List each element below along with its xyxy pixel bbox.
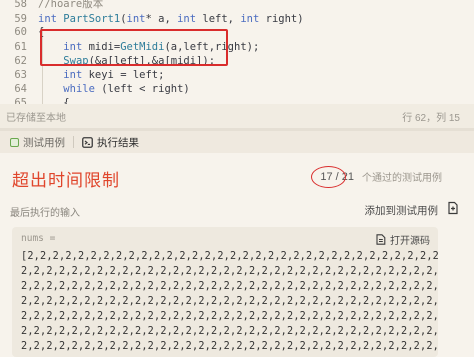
passed-label: 个通过的测试用例 [362,173,442,184]
input-data-line: 2,2,2,2,2,2,2,2,2,2,2,2,2,2,2,2,2,2,2,2,… [21,266,438,277]
save-status: 已存储至本地 [6,112,66,124]
code-text[interactable]: int keyi = left; [38,69,164,81]
input-data-line: 2,2,2,2,2,2,2,2,2,2,2,2,2,2,2,2,2,2,2,2,… [21,296,438,307]
annotation-circle [311,165,347,188]
result-tab-bar: 测试用例 执行结果 [0,131,474,153]
passed-tests-summary: 17 / 21 个通过的测试用例 [311,165,442,188]
tab-separator [73,136,74,148]
last-input-label: 最后执行的输入 [10,208,80,219]
add-document-icon[interactable] [446,201,460,215]
terminal-icon [82,136,93,148]
line-number: 65 [14,96,27,105]
annotation-highlight-box [40,29,228,66]
add-to-test-cases-button[interactable]: 添加到测试用例 [365,203,439,218]
code-text[interactable]: int PartSort1(int* a, int left, int righ… [38,13,304,25]
code-text[interactable]: //hoare版本 [38,0,103,11]
last-input-box: nums = 打开源码 [2,2,2,2,2,2,2,2,2,2,2,2,2,2… [12,227,438,357]
line-number: 63 [14,68,27,81]
line-number: 62 [14,54,27,67]
input-data-line: 2,2,2,2,2,2,2,2,2,2,2,2,2,2,2,2,2,2,2,2,… [21,326,438,337]
code-editor[interactable]: 58 //hoare版本 59 int PartSort1(int* a, in… [0,0,474,104]
editor-status-bar: 已存储至本地 行 62，列 15 [0,104,474,128]
passed-count: 17 / 21 [311,165,360,188]
input-data-line: [2,2,2,2,2,2,2,2,2,2,2,2,2,2,2,2,2,2,2,2… [21,251,438,262]
tab-test-cases[interactable]: 测试用例 [6,131,69,153]
line-number: 64 [14,82,27,95]
code-line[interactable]: 65 { [0,95,474,105]
line-number: 59 [14,12,27,25]
input-data-line: 2,2,2,2,2,2,2,2,2,2,2,2,2,2,2,2,2,2,2,2,… [21,341,438,352]
tab-label: 执行结果 [97,136,139,149]
input-variable-name: nums = [21,233,56,244]
tab-label: 测试用例 [23,136,65,149]
input-data-line: 2,2,2,2,2,2,2,2,2,2,2,2,2,2,2,2,2,2,2,2,… [21,311,438,322]
result-status-title: 超出时间限制 [12,171,120,190]
code-line[interactable]: 58 //hoare版本 [0,0,474,11]
line-number: 58 [14,0,27,10]
open-source-label: 打开源码 [390,236,430,247]
tab-run-result[interactable]: 执行结果 [78,131,143,153]
code-line[interactable]: 64 while (left < right) [0,81,474,96]
code-line[interactable]: 63 int keyi = left; [0,67,474,82]
result-panel: 超出时间限制 17 / 21 个通过的测试用例 最后执行的输入 添加到测试用例 … [0,153,474,357]
open-source-button[interactable]: 打开源码 [376,232,430,247]
line-number: 61 [14,40,27,53]
line-number: 60 [14,25,27,38]
checkbox-icon [10,137,19,147]
input-data-line: 2,2,2,2,2,2,2,2,2,2,2,2,2,2,2,2,2,2,2,2,… [21,281,438,292]
code-text[interactable]: while (left < right) [38,83,189,95]
code-text[interactable]: { [38,97,69,105]
file-icon [376,234,386,245]
cursor-position: 行 62，列 15 [402,112,460,124]
